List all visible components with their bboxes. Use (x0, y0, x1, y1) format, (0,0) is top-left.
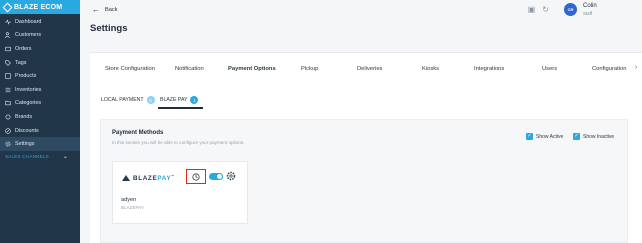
topbar: ← Back (80, 0, 642, 20)
sidebar-item-label: Inventories (15, 86, 42, 93)
sidebar-item-label: Dashboard (15, 18, 42, 25)
sidebar-item-settings[interactable]: Settings (0, 137, 80, 151)
folder-icon (5, 100, 11, 106)
box-icon (5, 73, 11, 79)
sidebar-item-label: Orders (15, 45, 32, 52)
pulse-icon (5, 19, 11, 25)
sidebar: BLAZE ECOM Dashboard Customers Orders Ta… (0, 0, 80, 243)
sidebar-item-label: Tags (15, 59, 27, 66)
subtab-label: BLAZE PAY (160, 97, 188, 103)
refresh-icon[interactable]: ↻ (542, 5, 549, 14)
user-name: Colin (583, 3, 597, 9)
tab-pickup[interactable]: Pickup (301, 66, 318, 72)
sidebar-item-label: Settings (15, 141, 35, 148)
active-subtab-indicator (158, 107, 203, 109)
show-inactive-label: Show Inactive (583, 133, 615, 140)
sidebar-item-dashboard[interactable]: Dashboard (0, 15, 80, 29)
show-inactive-checkbox[interactable]: ✓ Show Inactive (573, 133, 614, 140)
count-badge: 0 (146, 96, 155, 104)
payment-methods-panel: Payment Methods In this section you will… (100, 119, 628, 243)
payment-methods-title: Payment Methods (112, 130, 164, 136)
main-area: ← Back ▣ ↻ CR Colin Staff Settings Store… (80, 0, 642, 243)
settings-tabs: Store Configuration Notification Payment… (90, 52, 642, 88)
sidebar-item-label: Products (15, 73, 37, 80)
top-icons: ▣ ↻ (528, 5, 549, 14)
tab-store-configuration[interactable]: Store Configuration (105, 66, 155, 72)
checkmark-icon: ✓ (526, 132, 533, 140)
schedule-button[interactable] (186, 169, 206, 184)
user-info[interactable]: Colin Staff (583, 3, 597, 16)
show-active-checkbox[interactable]: ✓ Show Active (526, 133, 563, 140)
checkmark-icon: ✓ (573, 132, 580, 140)
blazepay-mark-icon (122, 175, 130, 182)
tag-icon (5, 59, 11, 66)
arrow-left-icon: ← (92, 5, 100, 14)
count-badge: 1 (190, 96, 199, 104)
sidebar-item-brands[interactable]: Brands (0, 110, 80, 124)
tab-payment-options[interactable]: Payment Options (228, 66, 276, 72)
subtab-blaze-pay[interactable]: BLAZE PAY 1 (160, 96, 199, 104)
back-button[interactable]: ← Back (92, 6, 117, 14)
sidebar-nav: Dashboard Customers Orders Tags Products… (0, 14, 80, 151)
tab-configuration[interactable]: Configuration (592, 66, 626, 72)
provider-enabled-toggle[interactable] (209, 173, 223, 180)
clock-icon (192, 172, 200, 181)
sidebar-item-tags[interactable]: Tags (0, 56, 80, 70)
sidebar-item-discounts[interactable]: Discounts (0, 124, 80, 138)
sidebar-item-categories[interactable]: Categories (0, 97, 80, 111)
payment-options-content: LOCAL PAYMENT 0 BLAZE PAY 1 Payment Meth… (90, 86, 642, 243)
chevron-right-icon[interactable]: › (635, 64, 637, 71)
sidebar-item-customers[interactable]: Customers (0, 29, 80, 43)
blazepay-logo: BLAZEPAY™ (122, 174, 175, 182)
sidebar-item-products[interactable]: Products (0, 69, 80, 83)
payment-methods-description: In this section you will be able to conf… (112, 140, 245, 145)
tab-deliveries[interactable]: Deliveries (357, 66, 382, 72)
tab-kiosks[interactable]: Kiosks (422, 66, 439, 72)
blaze-logo-icon (2, 2, 13, 12)
chevron-down-icon: ⌄ (62, 154, 69, 161)
tab-notification[interactable]: Notification (175, 66, 204, 72)
list-icon (5, 87, 11, 93)
provider-type: BLAZEPAY (121, 205, 145, 210)
gift-icon[interactable]: ▣ (528, 5, 536, 14)
percent-icon (5, 127, 11, 134)
back-label: Back (105, 7, 118, 13)
badge-icon (5, 114, 11, 120)
gear-icon[interactable] (226, 171, 236, 181)
users-icon (5, 32, 11, 39)
provider-card: BLAZEPAY™ adyen BLAZEPAY (112, 161, 248, 224)
sidebar-item-label: Discounts (15, 127, 39, 134)
brand-name: BLAZE ECOM (14, 3, 63, 11)
cart-icon (5, 46, 11, 52)
blazepay-wordmark: BLAZEPAY™ (133, 174, 175, 183)
subtab-label: LOCAL PAYMENT (101, 97, 144, 103)
sidebar-item-inventories[interactable]: Inventories (0, 83, 80, 97)
sidebar-item-orders[interactable]: Orders (0, 42, 80, 56)
sidebar-item-label: Brands (15, 113, 33, 120)
page-title: Settings (90, 23, 128, 34)
sidebar-item-label: Categories (15, 100, 42, 107)
toggle-knob (216, 173, 223, 180)
gear-icon (5, 141, 11, 147)
brand-logo[interactable]: BLAZE ECOM (0, 0, 80, 14)
subtab-local-payment[interactable]: LOCAL PAYMENT 0 (101, 96, 155, 104)
tab-integrations[interactable]: Integrations (474, 66, 504, 72)
sales-channels-label: SALES CHANNELS (5, 154, 49, 160)
user-role: Staff (583, 11, 592, 16)
sidebar-item-label: Customers (15, 32, 42, 39)
avatar[interactable]: CR (564, 3, 577, 16)
provider-name: adyen (121, 197, 137, 203)
show-active-label: Show Active (536, 133, 564, 140)
tab-users[interactable]: Users (542, 66, 557, 72)
sales-channels-toggle[interactable]: SALES CHANNELS ⌄ (0, 151, 80, 163)
